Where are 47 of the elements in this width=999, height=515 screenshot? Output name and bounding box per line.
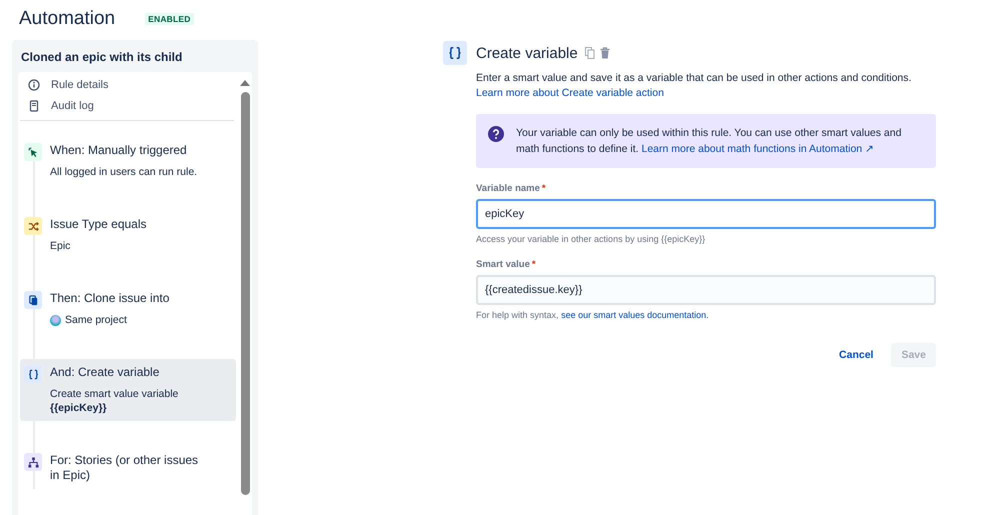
required-mark: * <box>542 183 546 194</box>
sidebar-link[interactable]: Audit log <box>51 100 94 112</box>
rule-step[interactable]: And: Create variable Create smart value variable {{epicKey}} <box>20 359 236 421</box>
step-title: For: Stories (or other issues in Epic) <box>50 453 200 483</box>
scroll-up-icon[interactable] <box>240 80 250 86</box>
shuffle-icon <box>28 220 38 232</box>
step-detail: Epic <box>50 239 72 253</box>
page-title: Automation <box>19 8 116 30</box>
cursor-click-icon <box>28 146 38 158</box>
field-label: Smart value <box>476 259 530 270</box>
status-badge: ENABLED <box>145 12 194 24</box>
text-input-field[interactable]: {{createdissue.key}} <box>476 275 936 305</box>
trash-icon[interactable] <box>598 47 611 59</box>
editor-description: Enter a smart value and save it as a variable that can be used in other actions and conditions. Learn more about Create variable action <box>476 71 912 101</box>
field-help: For help with syntax, see our smart values documentation. <box>476 310 710 320</box>
field-label: Variable name <box>476 183 540 194</box>
copy-icon[interactable] <box>584 47 596 59</box>
step-title: Then: Clone issue into <box>50 291 170 306</box>
required-mark: * <box>532 259 536 270</box>
editor-title: Create variable <box>476 44 578 62</box>
rule-step[interactable]: Then: Clone issue into Same project <box>20 285 236 333</box>
sidebar-link[interactable]: Rule details <box>51 79 108 91</box>
field-help: Access your variable in other actions by using {{epicKey}} <box>476 234 706 244</box>
braces-icon <box>448 46 462 60</box>
rule-step[interactable]: When: Manually triggered All logged in users can run rule. <box>20 137 236 185</box>
cancel-button[interactable]: Cancel <box>829 343 884 367</box>
rule-step[interactable]: For: Stories (or other issues in Epic) <box>20 447 236 489</box>
step-title: And: Create variable <box>50 365 160 380</box>
document-icon <box>28 100 40 112</box>
info-text: Your variable can only be used within this rule. You can use other smart values and math functions to define it. Learn more about math functions in Automation ↗ <box>516 126 902 157</box>
text-input-field[interactable]: epicKey <box>476 199 936 229</box>
scrollbar-thumb[interactable] <box>240 92 250 495</box>
copy-icon <box>28 294 38 306</box>
rule-name: Cloned an epic with its child <box>20 49 184 66</box>
braces-icon <box>28 368 38 380</box>
learn-more-link[interactable]: Learn more about Create variable action <box>476 87 664 99</box>
documentation-link[interactable]: see our smart values documentation. <box>561 310 709 320</box>
info-icon <box>28 79 40 91</box>
step-title: Issue Type equals <box>50 217 148 232</box>
step-title: When: Manually triggered <box>50 143 188 158</box>
step-detail: Create smart value variable {{epicKey}} <box>50 387 180 415</box>
step-detail: All logged in users can run rule. <box>50 165 198 179</box>
math-functions-link[interactable]: Learn more about math functions in Automation ↗ <box>642 143 874 155</box>
hierarchy-icon <box>28 456 38 468</box>
rule-step[interactable]: Issue Type equals Epic <box>20 211 236 259</box>
step-detail: Same project <box>65 313 127 327</box>
help-icon <box>488 126 504 142</box>
